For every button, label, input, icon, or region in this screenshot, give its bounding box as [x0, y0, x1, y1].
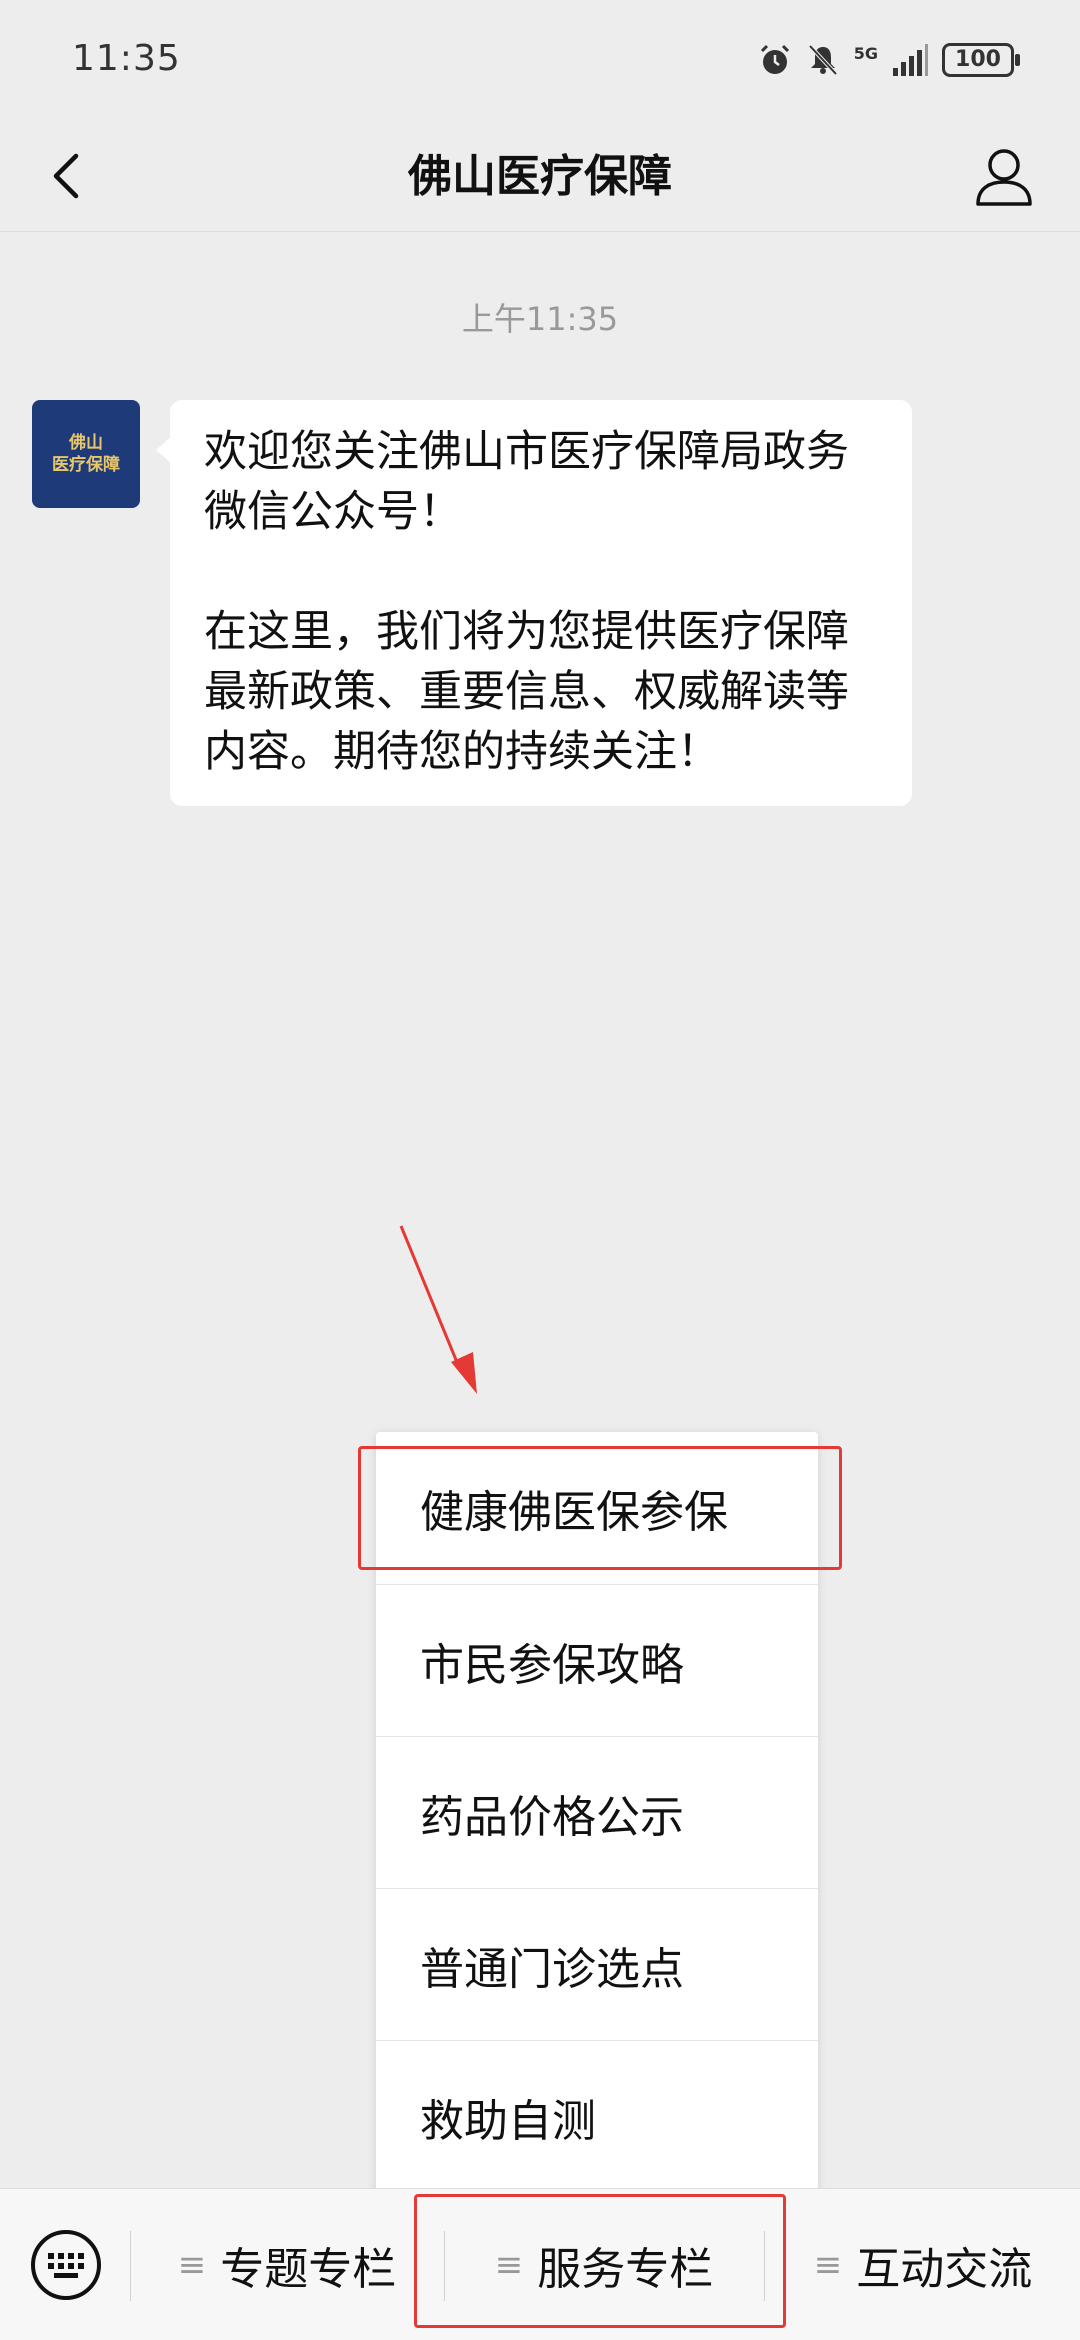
page-title: 佛山医疗保障: [408, 151, 672, 202]
network-type: 5G: [853, 44, 878, 63]
menu-item-clinic-selection[interactable]: 普通门诊选点: [376, 1888, 818, 2040]
menu-lines-icon: ≡: [813, 2245, 843, 2285]
battery-icon: 100: [942, 43, 1020, 77]
bar-divider: [444, 2231, 445, 2301]
chat-timestamp: 上午11:35: [461, 300, 619, 338]
battery-level: 100: [955, 47, 1001, 72]
menu-lines-icon: ≡: [494, 2245, 524, 2285]
tab-interaction[interactable]: ≡ 互动交流: [766, 2189, 1080, 2340]
avatar-line-1: 佛山: [69, 433, 103, 453]
menu-item-aid-self-test[interactable]: 救助自测: [376, 2040, 818, 2192]
chat-screen: 11:35 5G 100 佛山医疗保障 上午11:35 佛山 医疗保障 欢迎您关…: [0, 0, 1080, 2340]
mute-icon: [808, 44, 838, 76]
bar-divider: [130, 2231, 131, 2301]
signal-icon: [893, 44, 928, 76]
tab-topics[interactable]: ≡ 专题专栏: [132, 2189, 442, 2340]
bar-divider: [764, 2231, 765, 2301]
menu-item-insurance-guide[interactable]: 市民参保攻略: [376, 1584, 818, 1736]
status-time: 11:35: [72, 38, 181, 79]
tab-services[interactable]: ≡ 服务专栏: [446, 2189, 762, 2340]
tab-interaction-label: 互动交流: [856, 2244, 1033, 2295]
avatar-line-2: 医疗保障: [52, 455, 120, 475]
keyboard-icon[interactable]: [28, 2227, 104, 2303]
avatar[interactable]: 佛山 医疗保障: [32, 400, 140, 508]
menu-lines-icon: ≡: [177, 2245, 207, 2285]
message-bubble[interactable]: 欢迎您关注佛山市医疗保障局政务微信公众号！ 在这里，我们将为您提供医疗保障最新政…: [156, 400, 912, 806]
bottom-menu-bar: ≡ 专题专栏 ≡ 服务专栏 ≡ 互动交流: [0, 2188, 1080, 2340]
tab-topics-label: 专题专栏: [220, 2244, 397, 2295]
menu-item-health-insurance[interactable]: 健康佛医保参保: [376, 1432, 818, 1584]
red-arrow-annotation: [399, 1225, 477, 1394]
nav-bar: 佛山医疗保障: [0, 120, 1080, 232]
status-bar: 11:35 5G 100: [0, 0, 1080, 120]
person-icon[interactable]: [968, 140, 1040, 212]
service-popup-menu: 健康佛医保参保 市民参保攻略 药品价格公示 普通门诊选点 救助自测: [376, 1432, 818, 2192]
alarm-icon: [760, 44, 789, 74]
message-paragraph-1: 欢迎您关注佛山市医疗保障局政务微信公众号！: [204, 427, 849, 537]
message-paragraph-2: 在这里，我们将为您提供医疗保障最新政策、重要信息、权威解读等内容。期待您的持续关…: [204, 607, 849, 777]
menu-item-drug-prices[interactable]: 药品价格公示: [376, 1736, 818, 1888]
tab-services-label: 服务专栏: [537, 2244, 714, 2295]
status-icons: 5G 100: [758, 40, 1020, 80]
